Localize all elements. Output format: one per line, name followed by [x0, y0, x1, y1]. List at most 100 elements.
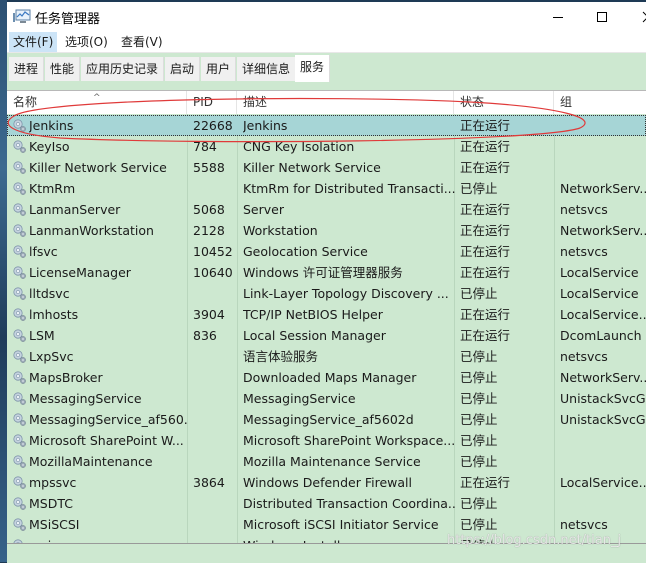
menu-file[interactable]: 文件(F) — [9, 32, 58, 52]
cell-status: 已停止 — [460, 412, 498, 427]
cell-pid: 3904 — [193, 307, 225, 322]
column-header-description[interactable]: 描述 — [237, 91, 454, 114]
sort-ascending-icon: ^ — [93, 93, 101, 103]
cell-group: NetworkServ... — [560, 370, 646, 385]
minimize-button[interactable] — [535, 2, 581, 32]
tab-processes[interactable]: 进程 — [9, 57, 45, 81]
close-button[interactable] — [625, 2, 646, 32]
table-row[interactable]: lfsvc 10452 Geolocation Service 正在运行 netsvcs — [7, 241, 646, 262]
table-row[interactable]: LSM 836 Local Session Manager 正在运行 DcomLaunc… — [7, 325, 646, 346]
cell-description: MessagingService_af5602d — [243, 412, 414, 427]
menu-view[interactable]: 查看(V) — [117, 32, 167, 52]
cell-group: LocalService — [560, 265, 639, 280]
cell-group — [560, 136, 646, 157]
service-gear-icon — [12, 433, 27, 448]
table-row[interactable]: MSiSCSI Microsoft iSCSI Initiator Service… — [7, 514, 646, 535]
column-header-name[interactable]: 名称 ^ — [7, 91, 187, 114]
table-row[interactable]: LanmanServer 5068 Server 正在运行 netsvcs — [7, 199, 646, 220]
cell-status: 已停止 — [460, 286, 498, 301]
tab-details[interactable]: 详细信息 — [237, 57, 297, 81]
table-row[interactable]: LanmanWorkstation 2128 Workstation 正在运行 Netw… — [7, 220, 646, 241]
service-gear-icon — [12, 118, 27, 133]
maximize-button[interactable] — [579, 2, 625, 32]
table-row[interactable]: Jenkins 22668 Jenkins 正在运行 — [7, 115, 646, 136]
table-row[interactable]: LxpSvc 语言体验服务 已停止 netsvcs — [7, 346, 646, 367]
tab-performance[interactable]: 性能 — [45, 57, 81, 81]
cell-status: 已停止 — [460, 433, 498, 448]
cell-name: Microsoft SharePoint W... — [29, 433, 184, 448]
service-gear-icon — [12, 454, 27, 469]
cell-name: MSiSCSI — [29, 517, 80, 532]
cell-pid — [193, 346, 243, 367]
task-manager-app-icon — [13, 9, 31, 25]
service-gear-icon — [12, 349, 27, 364]
cell-name: mpssvc — [29, 475, 77, 490]
cell-description: Windows Installer — [243, 535, 455, 543]
table-row[interactable]: lmhosts 3904 TCP/IP NetBIOS Helper 正在运行 Loca… — [7, 304, 646, 325]
tab-services[interactable]: 服务 — [295, 55, 331, 82]
table-row[interactable]: Killer Network Service 5588 Killer Network… — [7, 157, 646, 178]
cell-pid: 5068 — [193, 202, 225, 217]
cell-name: lfsvc — [29, 244, 58, 259]
menu-options[interactable]: 选项(O) — [61, 32, 112, 52]
table-row[interactable]: mpssvc 3864 Windows Defender Firewall 正在运行 L… — [7, 472, 646, 493]
window-title: 任务管理器 — [35, 12, 101, 27]
cell-pid — [193, 178, 243, 199]
table-row[interactable]: Microsoft SharePoint W... Microsoft Share… — [7, 430, 646, 451]
table-row[interactable]: lltdsvc Link-Layer Topology Discovery ...… — [7, 283, 646, 304]
cell-pid: 784 — [193, 139, 217, 154]
tab-app-history[interactable]: 应用历史记录 — [81, 57, 165, 81]
tab-startup[interactable]: 启动 — [165, 57, 201, 81]
cell-name: KeyIso — [29, 139, 70, 154]
table-row[interactable]: KeyIso 784 CNG Key Isolation 正在运行 — [7, 136, 646, 157]
cell-pid — [193, 514, 243, 535]
table-row[interactable]: MSDTC Distributed Transaction Coordina...… — [7, 493, 646, 514]
cell-pid: 22668 — [193, 118, 233, 133]
cell-pid — [193, 451, 243, 472]
table-row[interactable]: MessagingService_af560... MessagingServic… — [7, 409, 646, 430]
cell-description: Microsoft SharePoint Workspace... — [243, 433, 455, 448]
cell-group: DcomLaunch — [560, 328, 642, 343]
cell-status: 已停止 — [460, 496, 498, 511]
cell-name: LxpSvc — [29, 349, 74, 364]
tab-users[interactable]: 用户 — [201, 57, 237, 81]
cell-group: UnistackSvcG... — [560, 391, 646, 406]
column-header-status[interactable]: 状态 — [454, 91, 554, 114]
cell-description: Distributed Transaction Coordina... — [243, 496, 455, 511]
service-gear-icon — [12, 181, 27, 196]
cell-pid: 2128 — [193, 223, 225, 238]
cell-group: netsvcs — [560, 244, 608, 259]
cell-name: LanmanWorkstation — [29, 223, 154, 238]
task-manager-window: 任务管理器 文件(F) 选项(O) 查看(V) 进程 性能 应用历史记录 启动 … — [7, 2, 646, 563]
cell-pid — [193, 535, 243, 543]
service-gear-icon — [12, 223, 27, 238]
cell-name: MessagingService — [29, 391, 142, 406]
title-bar[interactable]: 任务管理器 — [7, 2, 646, 32]
column-header-group[interactable]: 组 — [554, 91, 646, 114]
cell-name: lmhosts — [29, 307, 79, 322]
table-header: 名称 ^ PID 描述 状态 组 — [7, 91, 646, 114]
service-gear-icon — [12, 139, 27, 154]
cell-group — [560, 157, 646, 178]
table-row[interactable]: KtmRm KtmRm for Distributed Transacti... 已… — [7, 178, 646, 199]
column-header-pid[interactable]: PID — [187, 91, 237, 114]
cell-description: Windows Defender Firewall — [243, 475, 412, 490]
table-row[interactable]: LicenseManager 10640 Windows 许可证管理器服务 正在运行 L… — [7, 262, 646, 283]
table-row[interactable]: MapsBroker Downloaded Maps Manager 已停止 Netw… — [7, 367, 646, 388]
service-gear-icon — [12, 160, 27, 175]
menu-bar: 文件(F) 选项(O) 查看(V) — [7, 32, 646, 52]
table-row[interactable]: MessagingService MessagingService 已停止 Unist… — [7, 388, 646, 409]
cell-group: LocalService — [560, 286, 639, 301]
cell-group: UnistackSvcG... — [560, 412, 646, 427]
service-gear-icon — [12, 391, 27, 406]
cell-status: 已停止 — [460, 391, 498, 406]
cell-group: NetworkServ... — [560, 181, 646, 196]
cell-name: lltdsvc — [29, 286, 70, 301]
service-gear-icon — [12, 244, 27, 259]
cell-pid — [193, 367, 243, 388]
cell-name: LicenseManager — [29, 265, 131, 280]
table-row[interactable]: MozillaMaintenance Mozilla Maintenance Se… — [7, 451, 646, 472]
cell-name: msiserver — [29, 535, 189, 543]
cell-status: 已停止 — [460, 349, 498, 364]
cell-description: KtmRm for Distributed Transacti... — [243, 181, 455, 196]
